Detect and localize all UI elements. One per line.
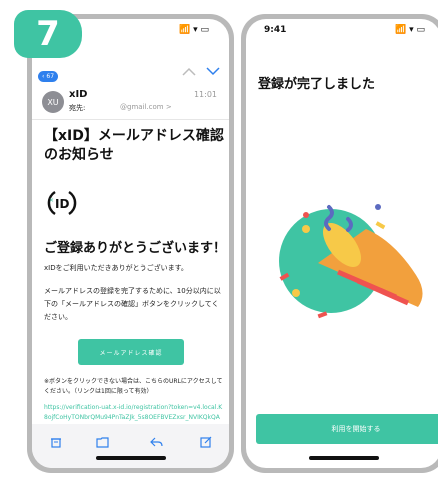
step-badge: 7: [14, 10, 82, 58]
right-phone-frame: 9:41 📶 ▾ ▭ 登録が完了しました 利用を開始する: [241, 14, 438, 473]
folder-icon[interactable]: [96, 436, 109, 451]
chevron-up-icon[interactable]: [182, 64, 196, 80]
fallback-note: ※ボタンをクリックできない場合は、こちらのURLにアクセスしてください。（リンク…: [44, 378, 223, 395]
recipient-address[interactable]: @gmail.com >: [120, 103, 172, 111]
xid-logo: × ID: [46, 187, 78, 219]
greeting-heading: ご登録ありがとうございます！: [44, 241, 227, 256]
party-popper-illustration: [266, 189, 436, 339]
home-indicator: [308, 456, 379, 460]
status-icons: 📶 ▾ ▭: [179, 25, 209, 35]
status-icons: 📶 ▾ ▭: [395, 25, 425, 35]
email-header: XU xID 宛先: @gmail.com > 11:01: [32, 79, 229, 120]
svg-text:ID: ID: [55, 197, 69, 211]
mail-toolbar: [32, 424, 229, 468]
instruction-text: メールアドレスの登録を完了するために、10分以内に以下の「メールアドレスの確認」…: [44, 287, 221, 321]
left-phone-frame: 📶 ▾ ▭ ‹ 67 XU xID 宛先: @gmail.com > 11:01…: [27, 14, 234, 473]
email-time: 11:01: [193, 90, 217, 99]
trash-icon[interactable]: [50, 436, 62, 451]
completion-screen: 9:41 📶 ▾ ▭ 登録が完了しました 利用を開始する: [246, 19, 438, 468]
start-using-button[interactable]: 利用を開始する: [256, 414, 438, 444]
completion-title: 登録が完了しました: [258, 77, 376, 92]
reply-icon[interactable]: [150, 436, 163, 451]
email-screen: 📶 ▾ ▭ ‹ 67 XU xID 宛先: @gmail.com > 11:01…: [32, 19, 229, 468]
sender-name: xID: [69, 89, 88, 100]
confirm-email-button[interactable]: メールアドレス確認: [78, 339, 184, 365]
avatar: XU: [42, 91, 64, 113]
status-time: 9:41: [264, 25, 287, 35]
compose-icon[interactable]: [200, 436, 212, 451]
chevron-down-icon[interactable]: [206, 64, 220, 80]
thanks-text: xIDをご利用いただきありがとうございます。: [44, 264, 188, 272]
home-indicator: [95, 456, 166, 460]
svg-text:×: ×: [49, 197, 54, 204]
recipient-label: 宛先:: [69, 104, 86, 112]
email-subject: 【xID】メールアドレス確認のお知らせ: [44, 128, 224, 163]
